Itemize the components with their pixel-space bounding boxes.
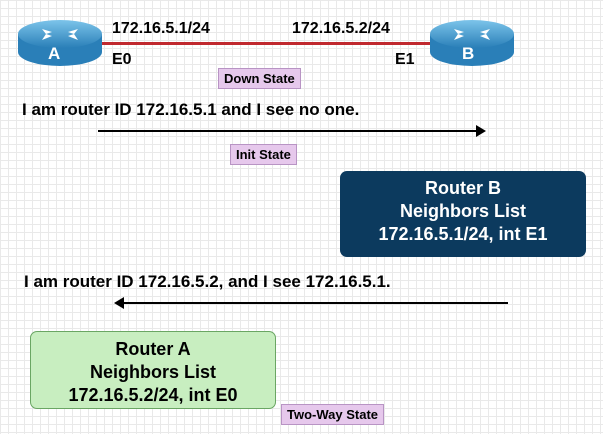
router-a-interface: E0 [112, 51, 132, 68]
router-b-neighbors-entry: 172.16.5.1/24, int E1 [378, 224, 548, 244]
router-a-neighbors-title: Router A [115, 339, 191, 359]
router-b-ip: 172.16.5.2/24 [292, 20, 390, 37]
two-way-state-badge: Two-Way State [281, 404, 385, 425]
router-a-neighbors-entry: 172.16.5.2/24, int E0 [68, 385, 238, 405]
router-b-neighbors-subtitle: Neighbors List [399, 201, 526, 221]
router-b-label: B [462, 44, 475, 63]
down-state-badge: Down State [218, 68, 301, 89]
init-state-badge: Init State [230, 144, 297, 165]
router-a-ip: 172.16.5.1/24 [112, 20, 210, 37]
router-a-neighbors-subtitle: Neighbors List [89, 362, 216, 382]
hello-message-a: I am router ID 172.16.5.1 and I see no o… [22, 100, 360, 119]
router-b-interface: E1 [395, 51, 415, 68]
ethernet-link [100, 42, 430, 45]
router-a-label: A [48, 44, 61, 63]
router-b-neighbors-list: Router B Neighbors List 172.16.5.1/24, i… [340, 171, 586, 257]
hello-message-b: I am router ID 172.16.5.2, and I see 172… [24, 272, 391, 291]
router-a-neighbors-list: Router A Neighbors List 172.16.5.2/24, i… [30, 331, 276, 409]
arrow-right [98, 125, 486, 137]
arrow-left [114, 297, 508, 309]
router-b-neighbors-title: Router B [425, 178, 501, 198]
